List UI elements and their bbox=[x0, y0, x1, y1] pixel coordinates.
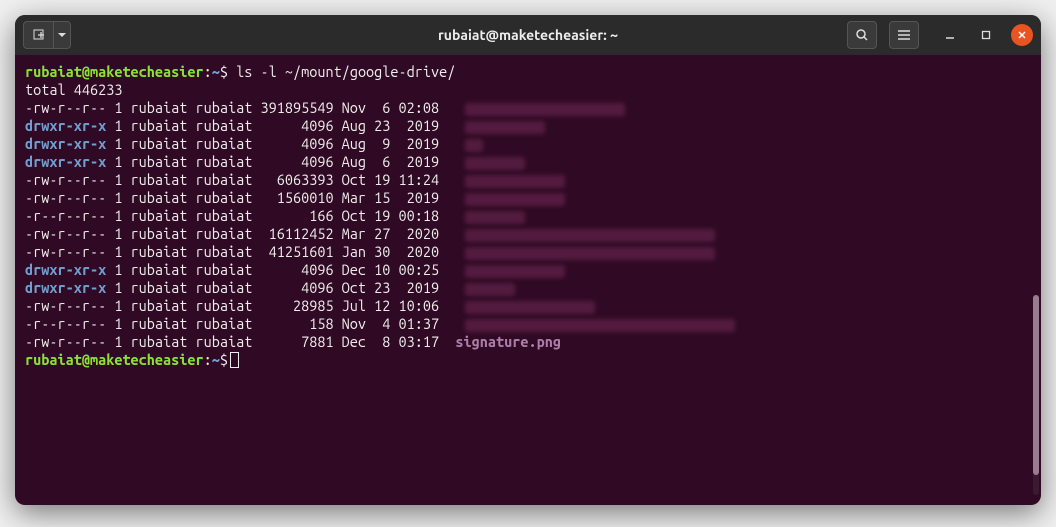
filename: signature.png bbox=[455, 333, 561, 350]
prompt-dollar: $ bbox=[220, 63, 228, 80]
redacted-filename bbox=[465, 301, 595, 314]
redacted-filename bbox=[465, 175, 565, 188]
new-tab-combo bbox=[23, 21, 71, 49]
file-meta: 1 rubaiat rubaiat 28985 Jul 12 10:06 bbox=[106, 297, 455, 314]
file-permissions: -rw-r--r-- bbox=[25, 99, 106, 116]
command-text: ls -l ~/mount/google-drive/ bbox=[236, 63, 455, 80]
file-meta: 1 rubaiat rubaiat 4096 Aug 6 2019 bbox=[106, 153, 455, 170]
listing-row: -rw-r--r-- 1 rubaiat rubaiat 6063393 Oct… bbox=[25, 171, 1031, 189]
file-permissions: -r--r--r-- bbox=[25, 315, 106, 332]
listing-row: drwxr-xr-x 1 rubaiat rubaiat 4096 Dec 10… bbox=[25, 261, 1031, 279]
redacted-filename bbox=[465, 283, 515, 296]
file-meta: 1 rubaiat rubaiat 4096 Oct 23 2019 bbox=[106, 279, 455, 296]
file-permissions: -rw-r--r-- bbox=[25, 189, 106, 206]
redacted-filename bbox=[465, 139, 483, 152]
redacted-filename bbox=[465, 211, 525, 224]
prompt-path: ~ bbox=[212, 351, 220, 368]
file-meta: 1 rubaiat rubaiat 6063393 Oct 19 11:24 bbox=[106, 171, 455, 188]
search-icon bbox=[855, 28, 869, 42]
new-tab-button[interactable] bbox=[23, 21, 53, 49]
close-button[interactable] bbox=[1011, 24, 1033, 46]
terminal-window: rubaiat@maketecheasier: ~ bbox=[15, 15, 1041, 505]
minimize-icon bbox=[945, 30, 955, 40]
file-permissions: -rw-r--r-- bbox=[25, 225, 106, 242]
listing-row: -r--r--r-- 1 rubaiat rubaiat 166 Oct 19 … bbox=[25, 207, 1031, 225]
listing-row: -rw-r--r-- 1 rubaiat rubaiat 41251601 Ja… bbox=[25, 243, 1031, 261]
prompt-line: rubaiat@maketecheasier:~$ ls -l ~/mount/… bbox=[25, 63, 1031, 81]
terminal-body[interactable]: rubaiat@maketecheasier:~$ ls -l ~/mount/… bbox=[15, 55, 1041, 505]
file-permissions: drwxr-xr-x bbox=[25, 279, 106, 296]
close-icon bbox=[1017, 30, 1027, 40]
redacted-filename bbox=[465, 319, 735, 332]
listing-row: drwxr-xr-x 1 rubaiat rubaiat 4096 Aug 9 … bbox=[25, 135, 1031, 153]
file-permissions: drwxr-xr-x bbox=[25, 153, 106, 170]
file-meta: 1 rubaiat rubaiat 16112452 Mar 27 2020 bbox=[106, 225, 455, 242]
redacted-filename bbox=[465, 103, 625, 116]
file-meta: 1 rubaiat rubaiat 4096 Dec 10 00:25 bbox=[106, 261, 455, 278]
redacted-filename bbox=[465, 265, 565, 278]
file-meta: 1 rubaiat rubaiat 1560010 Mar 15 2019 bbox=[106, 189, 455, 206]
listing-row: drwxr-xr-x 1 rubaiat rubaiat 4096 Oct 23… bbox=[25, 279, 1031, 297]
listing-row: drwxr-xr-x 1 rubaiat rubaiat 4096 Aug 6 … bbox=[25, 153, 1031, 171]
prompt-sep: : bbox=[204, 63, 212, 80]
menu-button[interactable] bbox=[889, 21, 919, 49]
maximize-icon bbox=[981, 30, 991, 40]
total-line: total 446233 bbox=[25, 81, 1031, 99]
scrollbar[interactable] bbox=[1033, 295, 1039, 495]
new-tab-icon bbox=[32, 28, 46, 42]
chevron-down-icon bbox=[58, 33, 66, 38]
file-permissions: -rw-r--r-- bbox=[25, 297, 106, 314]
file-permissions: -rw-r--r-- bbox=[25, 171, 106, 188]
prompt-dollar: $ bbox=[220, 351, 228, 368]
file-permissions: drwxr-xr-x bbox=[25, 135, 106, 152]
listing-container: -rw-r--r-- 1 rubaiat rubaiat 391895549 N… bbox=[25, 99, 1031, 351]
minimize-button[interactable] bbox=[939, 24, 961, 46]
file-meta: 1 rubaiat rubaiat 4096 Aug 9 2019 bbox=[106, 135, 455, 152]
new-tab-dropdown[interactable] bbox=[53, 21, 71, 49]
listing-row: -rw-r--r-- 1 rubaiat rubaiat 16112452 Ma… bbox=[25, 225, 1031, 243]
file-meta: 1 rubaiat rubaiat 7881 Dec 8 03:17 bbox=[106, 333, 455, 350]
listing-row: -rw-r--r-- 1 rubaiat rubaiat 391895549 N… bbox=[25, 99, 1031, 117]
redacted-filename bbox=[465, 247, 715, 260]
maximize-button[interactable] bbox=[975, 24, 997, 46]
redacted-filename bbox=[465, 229, 715, 242]
listing-row: -rw-r--r-- 1 rubaiat rubaiat 7881 Dec 8 … bbox=[25, 333, 1031, 351]
prompt-sep: : bbox=[204, 351, 212, 368]
prompt-user-host: rubaiat@maketecheasier bbox=[25, 63, 204, 80]
redacted-filename bbox=[465, 193, 565, 206]
listing-row: drwxr-xr-x 1 rubaiat rubaiat 4096 Aug 23… bbox=[25, 117, 1031, 135]
prompt-line-2: rubaiat@maketecheasier:~$ bbox=[25, 351, 1031, 369]
redacted-filename bbox=[465, 121, 545, 134]
cursor bbox=[230, 352, 239, 368]
listing-row: -rw-r--r-- 1 rubaiat rubaiat 1560010 Mar… bbox=[25, 189, 1031, 207]
file-permissions: -rw-r--r-- bbox=[25, 243, 106, 260]
titlebar: rubaiat@maketecheasier: ~ bbox=[15, 15, 1041, 55]
window-controls bbox=[939, 24, 1033, 46]
file-permissions: drwxr-xr-x bbox=[25, 117, 106, 134]
listing-row: -r--r--r-- 1 rubaiat rubaiat 158 Nov 4 0… bbox=[25, 315, 1031, 333]
scrollbar-thumb[interactable] bbox=[1033, 295, 1039, 475]
window-title: rubaiat@maketecheasier: ~ bbox=[438, 27, 618, 43]
hamburger-icon bbox=[897, 29, 911, 41]
redacted-filename bbox=[465, 157, 525, 170]
prompt-path: ~ bbox=[212, 63, 220, 80]
file-meta: 1 rubaiat rubaiat 41251601 Jan 30 2020 bbox=[106, 243, 455, 260]
file-meta: 1 rubaiat rubaiat 4096 Aug 23 2019 bbox=[106, 117, 455, 134]
search-button[interactable] bbox=[847, 21, 877, 49]
file-permissions: -r--r--r-- bbox=[25, 207, 106, 224]
listing-row: -rw-r--r-- 1 rubaiat rubaiat 28985 Jul 1… bbox=[25, 297, 1031, 315]
titlebar-left bbox=[23, 21, 71, 49]
file-permissions: drwxr-xr-x bbox=[25, 261, 106, 278]
file-meta: 1 rubaiat rubaiat 166 Oct 19 00:18 bbox=[106, 207, 455, 224]
file-meta: 1 rubaiat rubaiat 158 Nov 4 01:37 bbox=[106, 315, 455, 332]
titlebar-right bbox=[847, 21, 1033, 49]
file-permissions: -rw-r--r-- bbox=[25, 333, 106, 350]
prompt-user-host: rubaiat@maketecheasier bbox=[25, 351, 204, 368]
file-meta: 1 rubaiat rubaiat 391895549 Nov 6 02:08 bbox=[106, 99, 455, 116]
